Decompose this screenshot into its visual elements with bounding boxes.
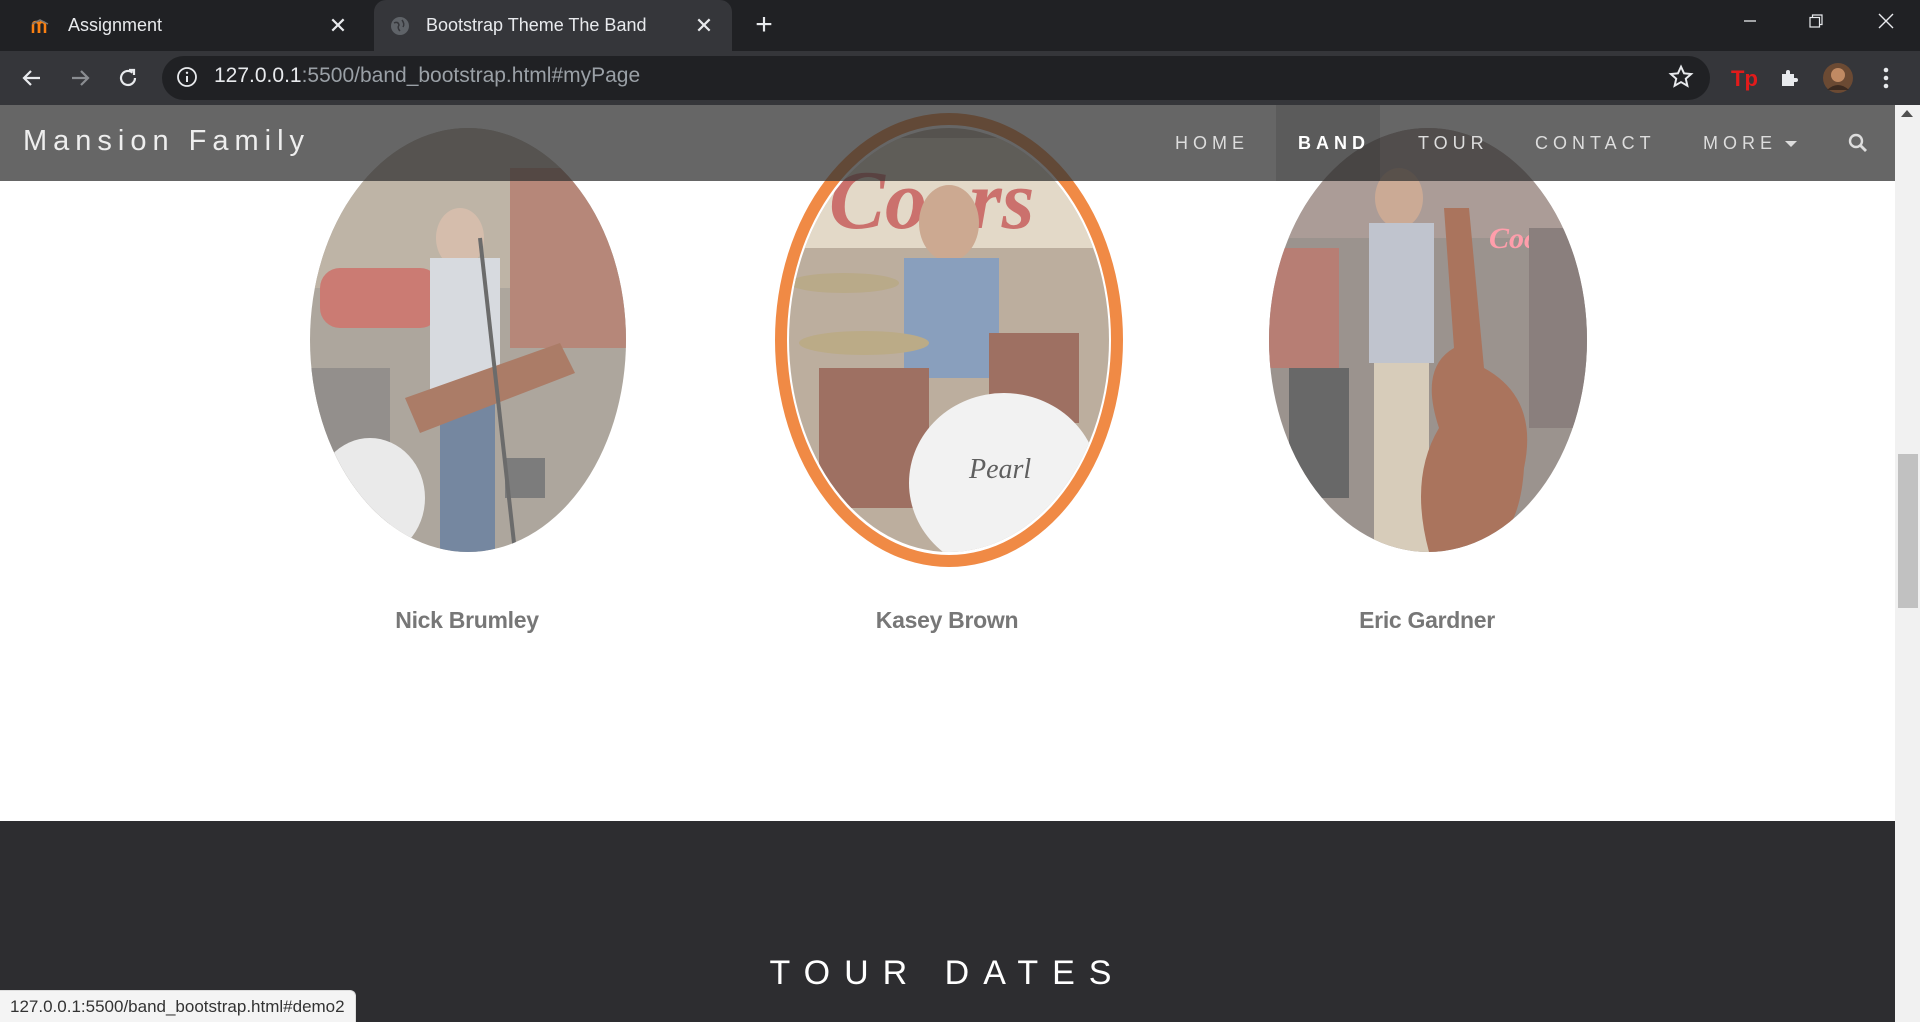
- extensions-puzzle-icon[interactable]: [1774, 62, 1806, 94]
- url-path: :5500/band_bootstrap.html#myPage: [301, 64, 641, 87]
- nav-more-label: MORE: [1703, 133, 1777, 153]
- close-tab-icon[interactable]: ✕: [692, 13, 716, 38]
- eric-gardner-photo[interactable]: Coors: [1269, 128, 1587, 552]
- tp-extension-icon[interactable]: Tp: [1727, 62, 1759, 94]
- bookmark-star-icon[interactable]: [1668, 64, 1696, 92]
- member-name: Eric Gardner: [1359, 607, 1495, 633]
- nav-home[interactable]: HOME: [1175, 133, 1249, 154]
- restore-button[interactable]: [1786, 0, 1846, 42]
- search-icon[interactable]: [1848, 133, 1870, 155]
- tab-title: Assignment: [68, 15, 163, 35]
- tab-title: Bootstrap Theme The Band: [426, 15, 647, 35]
- moodle-icon: [30, 14, 54, 38]
- caret-down-icon: [1785, 141, 1797, 148]
- page-viewport: Nick Brumley Coors Pearl Kasey Brown Coo…: [0, 105, 1895, 1022]
- tab-bootstrap-band[interactable]: Bootstrap Theme The Band ✕: [374, 0, 732, 51]
- nav-band[interactable]: BAND: [1298, 133, 1370, 154]
- nav-contact[interactable]: CONTACT: [1535, 133, 1656, 154]
- nav-tour[interactable]: TOUR: [1418, 133, 1489, 154]
- member-name: Kasey Brown: [875, 607, 1019, 633]
- svg-text:Tp: Tp: [1731, 66, 1757, 91]
- url-host: 127.0.0.1: [214, 64, 302, 87]
- status-bar-url: 127.0.0.1:5500/band_bootstrap.html#demo2: [0, 990, 356, 1022]
- nav-more-dropdown[interactable]: MORE: [1703, 133, 1797, 154]
- member-name: Nick Brumley: [395, 607, 539, 633]
- forward-button[interactable]: [60, 58, 100, 98]
- minimize-button[interactable]: [1720, 0, 1780, 42]
- site-info-icon[interactable]: [176, 66, 200, 90]
- new-tab-button[interactable]: +: [748, 10, 780, 42]
- close-tab-icon[interactable]: ✕: [326, 13, 350, 38]
- close-window-button[interactable]: [1856, 0, 1916, 42]
- chrome-menu-icon[interactable]: [1870, 62, 1902, 94]
- nick-brumley-photo[interactable]: [310, 128, 626, 552]
- highlight-ring: [775, 113, 1123, 567]
- tab-assignment[interactable]: Assignment ✕: [16, 0, 366, 51]
- url-text[interactable]: 127.0.0.1:5500/band_bootstrap.html#myPag…: [214, 64, 640, 88]
- scrollbar-thumb[interactable]: [1898, 454, 1918, 608]
- globe-icon: [388, 14, 412, 38]
- tour-dates-heading: TOUR DATES: [769, 954, 1126, 992]
- scroll-up-arrow-icon[interactable]: [1901, 110, 1913, 117]
- reload-button[interactable]: [108, 58, 148, 98]
- back-button[interactable]: [12, 58, 52, 98]
- profile-avatar[interactable]: [1822, 62, 1854, 94]
- brand-logo[interactable]: Mansion Family: [23, 125, 310, 158]
